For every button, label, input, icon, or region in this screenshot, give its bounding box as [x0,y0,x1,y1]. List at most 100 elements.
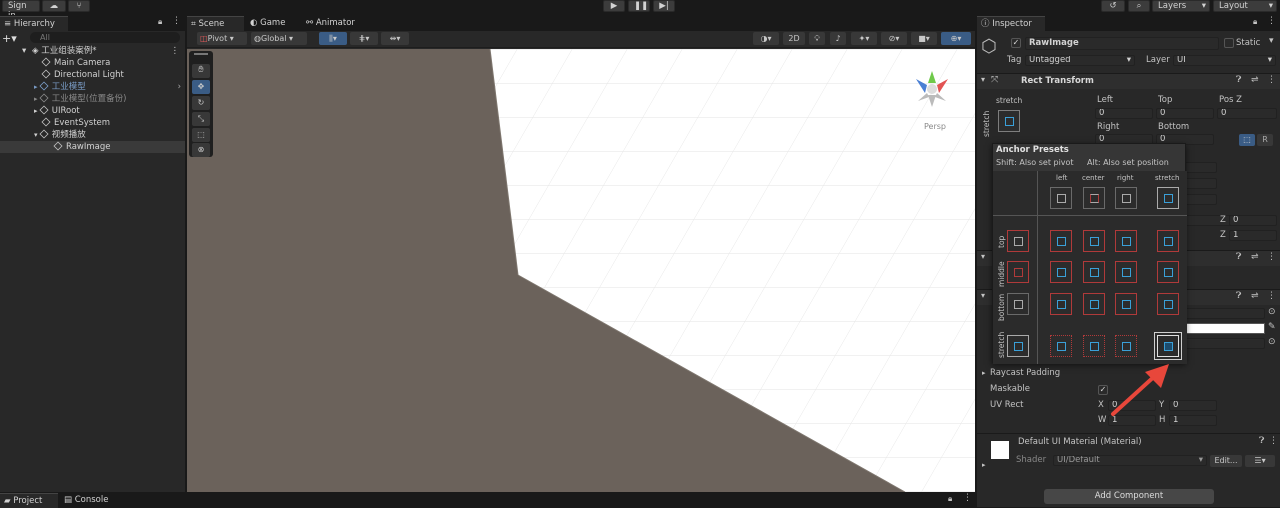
shader-dropdown[interactable]: UI/Default ▾ [1053,455,1207,466]
list-item[interactable]: ▸ UIRoot [0,105,185,117]
rect-tool-icon[interactable]: ⬚ [192,128,210,142]
object-picker-icon[interactable]: ⊙ [1268,337,1276,347]
anchor-preset-button[interactable] [998,110,1020,132]
preset-cell[interactable] [1050,230,1072,252]
snap-increment-button[interactable]: ⋕▾ [350,32,378,45]
uv-h-field[interactable]: 1 [1169,415,1217,426]
scene-viewport[interactable]: Persp ✋︎ ✥ ↻ ⤡ ⬚ ⊗ [187,49,975,492]
lock-icon[interactable]: 🔒︎ [948,494,952,504]
lighting-icon[interactable]: 💡︎ [809,32,825,45]
mode-2d-button[interactable]: 2D [783,32,805,45]
help-icon[interactable]: ❓︎ [1236,291,1241,301]
list-item[interactable]: Main Camera [0,57,185,69]
lock-icon[interactable]: 🔒︎ [1253,17,1257,27]
grid-snap-button[interactable]: ⫼▾ [319,32,347,45]
pivot-dropdown[interactable]: ◫Pivot ▾ [197,32,247,45]
more-icon[interactable]: ⋮ [1267,75,1276,85]
list-item[interactable]: EventSystem [0,117,185,129]
global-dropdown[interactable]: ◍Global ▾ [251,32,307,45]
preset-cell[interactable] [1115,335,1137,357]
list-item-selected[interactable]: RawImage [0,141,185,153]
expand-icon[interactable]: ▸ [982,368,986,379]
posz-field[interactable]: 0 [1217,108,1277,119]
audio-icon[interactable]: ♪ [830,32,846,45]
list-item[interactable]: ▸ 工业模型(位置备份) [0,93,185,105]
tab-console[interactable]: ▤ Console [60,493,120,508]
step-button[interactable]: ▶| [653,0,675,12]
material-field[interactable] [1177,338,1265,349]
more-icon[interactable]: ⋮ [1267,291,1276,301]
tab-project[interactable]: ▰ Project [0,493,58,508]
add-icon[interactable]: +▾ [2,32,17,45]
shader-options-button[interactable]: ☰▾ [1245,455,1275,467]
more-icon[interactable]: ⋮ [1267,252,1276,262]
preset-cell[interactable] [1050,187,1072,209]
static-checkbox[interactable] [1224,38,1234,48]
list-item[interactable]: ▸ 工业模型 › [0,81,185,93]
preset-cell[interactable] [1007,335,1029,357]
tab-animator[interactable]: ⚯ Animator [302,16,372,31]
more-icon[interactable]: ⋮ [1269,436,1278,446]
preset-cell[interactable] [1157,293,1179,315]
more-icon[interactable]: ⋮ [172,16,181,26]
scene-grid-drawing[interactable]: Persp [187,49,975,492]
left-field[interactable]: 0 [1095,108,1153,119]
persp-label[interactable]: Persp [924,122,946,131]
add-component-button[interactable]: Add Component [1044,489,1214,504]
preset-icon[interactable]: ⇌ [1251,252,1259,262]
preset-cell[interactable] [1157,187,1179,209]
preset-cell[interactable] [1083,261,1105,283]
lock-icon[interactable]: 🔒︎ [158,17,162,27]
help-icon[interactable]: ❓︎ [1236,75,1241,85]
scale-tool-icon[interactable]: ⤡ [192,112,210,126]
layer-dropdown[interactable]: UI ▾ [1173,55,1276,66]
hand-tool-icon[interactable]: ✋︎ [192,64,210,78]
preset-cell[interactable] [1083,293,1105,315]
preset-cell[interactable] [1115,187,1137,209]
gizmos-icon[interactable]: ⊕▾ [941,32,971,45]
preset-cell[interactable] [1115,230,1137,252]
preset-cell[interactable] [1007,293,1029,315]
eyedropper-icon[interactable]: ✎ [1268,322,1276,332]
preset-cell[interactable] [1083,187,1105,209]
object-picker-icon[interactable]: ⊙ [1268,307,1276,317]
help-icon[interactable]: ❓︎ [1259,436,1264,446]
top-field[interactable]: 0 [1156,108,1214,119]
preset-cell[interactable] [1007,230,1029,252]
list-item[interactable]: Directional Light [0,69,185,81]
pause-button[interactable]: ❚❚ [628,0,650,12]
rect-transform-header[interactable]: ▾ ⤧ Rect Transform ❓︎ ⇌ ⋮ [977,73,1280,89]
preset-cell[interactable] [1115,293,1137,315]
layers-dropdown[interactable]: Layers ▾ [1152,0,1210,12]
drag-handle-icon[interactable] [194,53,208,55]
preset-icon[interactable]: ⇌ [1251,291,1259,301]
tab-scene[interactable]: ⌗ Scene [187,16,244,31]
chevron-right-icon[interactable]: › [178,81,181,93]
expand-icon[interactable]: ▸ [982,460,986,471]
preset-cell[interactable] [1115,261,1137,283]
color-field[interactable] [1177,323,1265,334]
edit-shader-button[interactable]: Edit... [1210,455,1242,467]
preset-cell[interactable] [1157,230,1179,252]
transform-tool-icon[interactable]: ⊗ [192,143,210,157]
scene-row[interactable]: ▾ ◈ 工业组装案例* ⋮ [0,45,185,57]
preset-cell-stretch-stretch[interactable] [1154,332,1182,360]
history-icon[interactable]: ↺ [1101,0,1125,12]
preset-cell[interactable] [1050,335,1072,357]
preset-cell[interactable] [1050,293,1072,315]
preset-cell[interactable] [1050,261,1072,283]
shading-mode-button[interactable]: ◑▾ [753,32,779,45]
search-input[interactable]: All [30,32,180,43]
preset-icon[interactable]: ⇌ [1251,75,1259,85]
preset-cell[interactable] [1157,261,1179,283]
more-icon[interactable]: ⋮ [171,45,180,57]
tab-game[interactable]: ◐ Game [246,16,298,31]
hidden-objects-icon[interactable]: ⊘▾ [881,32,907,45]
effects-icon[interactable]: ✦▾ [851,32,877,45]
cloud-icon[interactable]: ☁ [42,0,66,12]
search-icon[interactable]: ⌕ [1128,0,1150,12]
chevron-down-icon[interactable]: ▾ [1269,36,1274,46]
texture-field[interactable] [1177,308,1265,319]
preset-cell[interactable] [1007,261,1029,283]
sign-in-button[interactable]: Sign in [2,0,40,21]
